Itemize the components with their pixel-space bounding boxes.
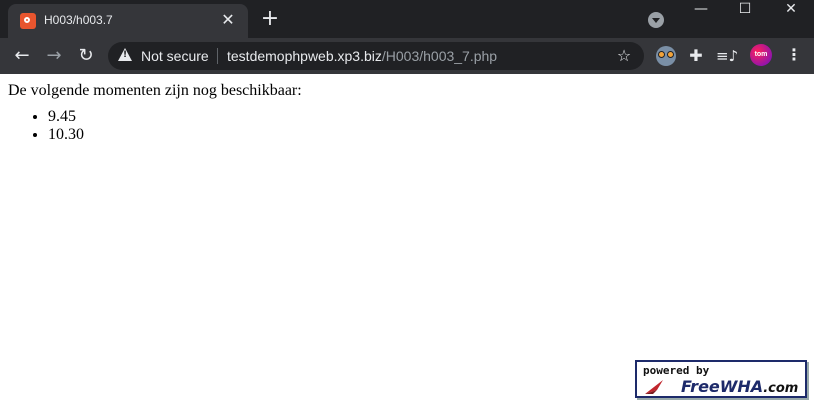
badge-brand: FreeWHA.com [681,377,798,396]
chevron-down-icon[interactable] [648,12,664,28]
maximize-icon[interactable]: ☐ [722,0,768,20]
close-icon[interactable]: ✕ [218,10,238,30]
powered-by-badge[interactable]: powered by FreeWHA.com [635,360,807,398]
security-label[interactable]: Not secure [141,48,209,64]
badge-brand-name: FreeWHA [681,377,764,396]
url-host: testdemophpweb.xp3.biz [227,48,382,64]
intro-text: De volgende momenten zijn nog beschikbaa… [8,82,302,99]
tab-strip: H003/h003.7 ✕ + — ☐ ✕ [0,0,814,38]
avatar[interactable]: tom [750,44,772,66]
active-tab[interactable]: H003/h003.7 ✕ [8,4,248,38]
badge-brand-suffix: .com [763,381,799,396]
url-path: /H003/h003_7.php [381,48,498,64]
divider [217,48,218,64]
toolbar: ← → ↻ Not secure testdemophpweb.xp3.biz/… [0,38,814,74]
favicon-icon [20,13,36,29]
address-bar[interactable]: Not secure testdemophpweb.xp3.biz/H003/h… [108,42,644,70]
media-control-icon[interactable]: ≡♪ [716,46,738,66]
kebab-menu-icon[interactable]: ⋮ [786,44,802,68]
warning-icon[interactable] [118,48,132,61]
minimize-icon[interactable]: — [678,0,724,20]
reload-icon[interactable]: ↻ [74,44,98,68]
list-item: 9.45 [48,108,84,126]
tab-title: H003/h003.7 [44,13,113,27]
star-icon[interactable]: ☆ [614,46,634,66]
forward-arrow-icon[interactable]: → [42,44,66,68]
badge-top-text: powered by [643,364,710,377]
available-times-list: 9.45 10.30 [8,108,84,144]
plus-icon[interactable]: + [258,8,282,32]
browser-chrome: H003/h003.7 ✕ + — ☐ ✕ ← → ↻ Not secure t… [0,0,814,74]
puzzle-icon[interactable]: ✚ [686,46,706,66]
list-item: 10.30 [48,126,84,144]
close-window-icon[interactable]: ✕ [768,0,814,20]
badge-arrow-icon [645,380,663,394]
url-text[interactable]: testdemophpweb.xp3.biz/H003/h003_7.php [227,48,497,64]
back-arrow-icon[interactable]: ← [10,44,34,68]
owl-extension-icon[interactable] [656,46,676,66]
page-content: De volgende momenten zijn nog beschikbaa… [0,74,814,404]
